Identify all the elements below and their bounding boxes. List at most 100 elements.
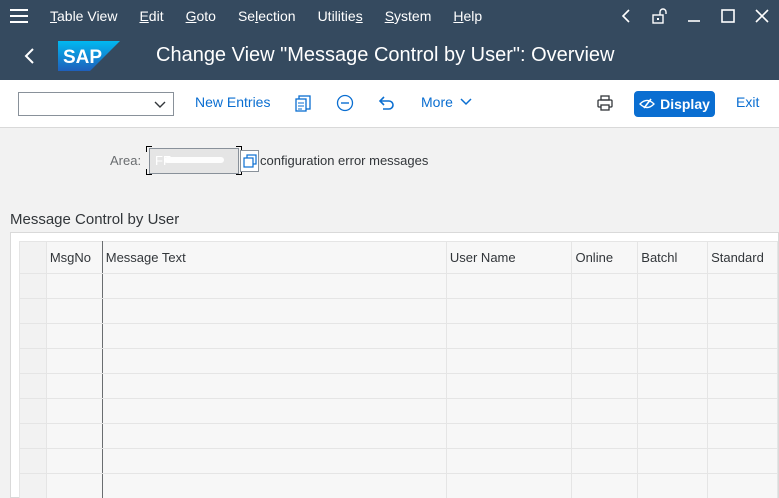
- table-cell[interactable]: [707, 473, 778, 498]
- table-cell[interactable]: [445, 373, 573, 399]
- table-cell[interactable]: [707, 423, 778, 449]
- delete-icon[interactable]: [336, 94, 354, 112]
- row-selector[interactable]: [19, 373, 47, 399]
- table-cell[interactable]: [445, 473, 573, 498]
- command-field[interactable]: [18, 92, 174, 116]
- table-cell[interactable]: [445, 423, 573, 449]
- table-cell[interactable]: [101, 473, 447, 498]
- table-cell[interactable]: [707, 348, 778, 374]
- table-cell[interactable]: [101, 298, 447, 324]
- table-cell[interactable]: [45, 323, 103, 349]
- table-cell[interactable]: [571, 373, 639, 399]
- table-cell[interactable]: [637, 423, 709, 449]
- display-button[interactable]: Display: [634, 91, 715, 117]
- table-row[interactable]: [19, 398, 778, 424]
- table-cell[interactable]: [45, 398, 103, 424]
- table-cell[interactable]: [445, 298, 573, 324]
- menu-help[interactable]: Help: [453, 8, 482, 24]
- table-cell[interactable]: [637, 348, 709, 374]
- row-selector[interactable]: [19, 323, 47, 349]
- table-cell[interactable]: [571, 398, 639, 424]
- table-cell[interactable]: [45, 473, 103, 498]
- table-cell[interactable]: [707, 323, 778, 349]
- maximize-icon[interactable]: [711, 0, 745, 31]
- table-cell[interactable]: [707, 373, 778, 399]
- chevron-left-icon[interactable]: [609, 0, 643, 31]
- table-cell[interactable]: [45, 273, 103, 299]
- table-cell[interactable]: [707, 448, 778, 474]
- column-header-message-text[interactable]: Message Text: [101, 241, 447, 274]
- table-cell[interactable]: [637, 448, 709, 474]
- menu-edit[interactable]: Edit: [139, 8, 163, 24]
- table-cell[interactable]: [571, 298, 639, 324]
- table-cell[interactable]: [571, 273, 639, 299]
- table-cell[interactable]: [101, 273, 447, 299]
- table-cell[interactable]: [101, 398, 447, 424]
- table-row[interactable]: [19, 373, 778, 399]
- table-row[interactable]: [19, 273, 778, 299]
- table-cell[interactable]: [571, 448, 639, 474]
- row-selector[interactable]: [19, 273, 47, 299]
- unlock-icon[interactable]: [643, 0, 677, 31]
- table-row[interactable]: [19, 323, 778, 349]
- row-selector[interactable]: [19, 298, 47, 324]
- table-cell[interactable]: [101, 373, 447, 399]
- table-cell[interactable]: [637, 473, 709, 498]
- row-selector[interactable]: [19, 348, 47, 374]
- table-cell[interactable]: [45, 448, 103, 474]
- table-cell[interactable]: [571, 323, 639, 349]
- area-input[interactable]: FF: [149, 148, 239, 174]
- table-cell[interactable]: [571, 423, 639, 449]
- menu-goto[interactable]: Goto: [186, 8, 216, 24]
- table-row[interactable]: [19, 348, 778, 374]
- table-cell[interactable]: [101, 448, 447, 474]
- table-cell[interactable]: [637, 398, 709, 424]
- chevron-down-icon[interactable]: [153, 97, 167, 111]
- column-header-online[interactable]: Online: [571, 241, 639, 274]
- table-cell[interactable]: [571, 473, 639, 498]
- table-row[interactable]: [19, 298, 778, 324]
- row-selector[interactable]: [19, 398, 47, 424]
- table-row[interactable]: [19, 473, 778, 498]
- table-cell[interactable]: [637, 323, 709, 349]
- new-entries-button[interactable]: New Entries: [195, 94, 270, 110]
- table-cell[interactable]: [707, 273, 778, 299]
- value-help-button[interactable]: [240, 150, 259, 172]
- copy-as-icon[interactable]: [294, 94, 312, 112]
- table-cell[interactable]: [101, 423, 447, 449]
- more-button[interactable]: More: [421, 94, 473, 110]
- menu-utilities[interactable]: Utilities: [318, 8, 363, 24]
- table-cell[interactable]: [637, 373, 709, 399]
- table-cell[interactable]: [45, 373, 103, 399]
- table-cell[interactable]: [637, 298, 709, 324]
- menu-system[interactable]: System: [385, 8, 432, 24]
- undo-icon[interactable]: [378, 94, 396, 112]
- menu-table-view[interactable]: Table View: [50, 8, 117, 24]
- table-cell[interactable]: [45, 423, 103, 449]
- hamburger-menu-icon[interactable]: [0, 0, 38, 31]
- table-cell[interactable]: [101, 323, 447, 349]
- table-cell[interactable]: [571, 348, 639, 374]
- table-cell[interactable]: [445, 273, 573, 299]
- table-cell[interactable]: [445, 398, 573, 424]
- menu-selection[interactable]: Selection: [238, 8, 296, 24]
- exit-button[interactable]: Exit: [736, 94, 759, 110]
- close-icon[interactable]: [745, 0, 779, 31]
- minimize-icon[interactable]: [677, 0, 711, 31]
- table-cell[interactable]: [707, 298, 778, 324]
- table-cell[interactable]: [637, 273, 709, 299]
- back-arrow-icon[interactable]: [0, 31, 58, 80]
- table-cell[interactable]: [45, 348, 103, 374]
- column-header-batchl[interactable]: Batchl: [637, 241, 709, 274]
- table-cell[interactable]: [101, 348, 447, 374]
- select-all-column[interactable]: [19, 241, 47, 274]
- table-cell[interactable]: [45, 298, 103, 324]
- table-cell[interactable]: [445, 348, 573, 374]
- row-selector[interactable]: [19, 473, 47, 498]
- column-header-user-name[interactable]: User Name: [445, 241, 573, 274]
- table-row[interactable]: [19, 448, 778, 474]
- print-icon[interactable]: [596, 94, 614, 112]
- row-selector[interactable]: [19, 448, 47, 474]
- table-cell[interactable]: [445, 448, 573, 474]
- row-selector[interactable]: [19, 423, 47, 449]
